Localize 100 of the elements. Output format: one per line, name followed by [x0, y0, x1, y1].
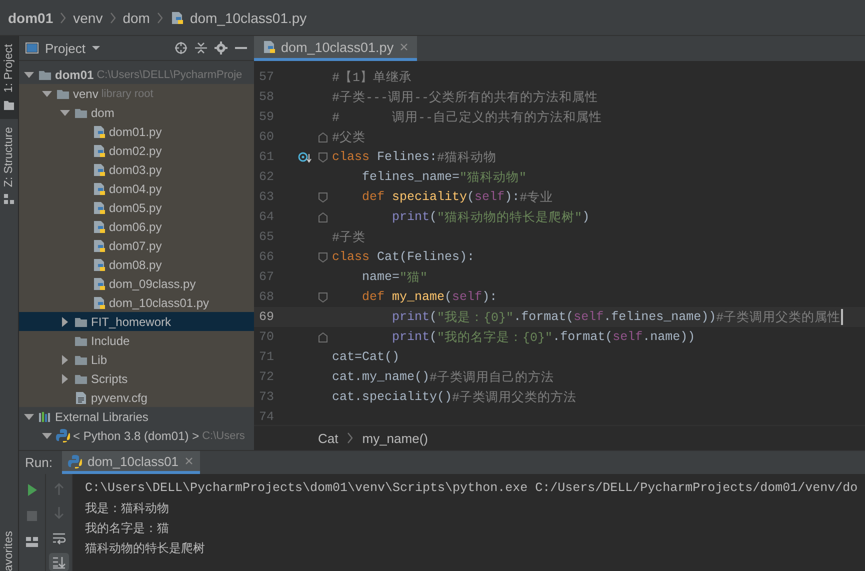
tree-item[interactable]: dom07.py	[19, 236, 254, 255]
breadcrumb-item[interactable]: Cat	[318, 430, 338, 446]
tree-item[interactable]: dom_10class01.py	[19, 293, 254, 312]
fold-marker-icon[interactable]	[317, 290, 329, 304]
folder-icon	[74, 315, 88, 328]
tree-item[interactable]: dom01.py	[19, 122, 254, 141]
folder-icon	[3, 98, 15, 111]
run-tab[interactable]: dom_10class01	[62, 451, 200, 474]
line-number: 72	[258, 370, 276, 384]
folder-icon	[74, 106, 88, 119]
close-icon[interactable]	[398, 42, 409, 52]
file-icon	[74, 390, 88, 404]
soft-wrap-icon[interactable]	[52, 530, 66, 545]
dropdown-caret-icon[interactable]	[91, 43, 102, 53]
tree-item[interactable]: dom04.py	[19, 179, 254, 198]
tree-item[interactable]: < Python 3.8 (dom01) > C:\Users	[19, 426, 254, 445]
fold-marker-icon[interactable]	[317, 330, 329, 344]
python-file-icon	[92, 144, 106, 158]
side-tab[interactable]: Z: Structure	[0, 118, 18, 213]
fold-marker-icon[interactable]	[317, 150, 329, 164]
tree-item[interactable]: dom	[19, 103, 254, 122]
python-logo-icon	[68, 454, 82, 468]
fold-marker-icon[interactable]	[317, 190, 329, 204]
code-line: class Felines:#猫科动物	[332, 149, 497, 166]
python-file-icon	[92, 182, 106, 196]
python-file-icon	[170, 10, 184, 24]
line-number: 59	[258, 110, 276, 124]
code-line: def speciality(self):#专业	[361, 189, 554, 206]
code-line: class Cat(Felines):	[332, 250, 475, 264]
line-number: 66	[258, 250, 276, 264]
python-file-icon	[92, 200, 106, 214]
tree-item[interactable]: Lib	[19, 350, 254, 369]
line-number: 71	[258, 350, 276, 364]
settings-icon[interactable]	[214, 41, 228, 55]
code-line: #子类	[332, 230, 366, 246]
tree-item[interactable]: External Libraries	[19, 407, 254, 426]
line-number: 74	[258, 410, 276, 424]
line-number: 60	[258, 130, 276, 144]
locate-icon[interactable]	[174, 41, 188, 55]
bar-chart-icon	[38, 410, 52, 424]
fold-marker-icon[interactable]	[317, 250, 329, 264]
structure-icon	[3, 192, 15, 205]
breadcrumb-item[interactable]: dom01	[8, 10, 54, 26]
folder-icon	[74, 334, 88, 347]
line-number: 67	[258, 270, 276, 284]
side-tab[interactable]: 1: Project	[0, 36, 18, 119]
folder-icon	[74, 372, 88, 385]
breadcrumb-item[interactable]: my_name()	[362, 430, 428, 446]
folder-icon	[38, 68, 52, 81]
line-number: 61	[258, 150, 276, 164]
run-label: Run:	[25, 455, 52, 470]
tree-item[interactable]: dom_09class.py	[19, 274, 254, 293]
command-line: C:\Users\DELL\PycharmProjects\dom01\venv\Scripts\python.exe C:/Users/DELL/PycharmProjects/dom01/venv/do	[85, 480, 858, 497]
panel-icon	[25, 41, 39, 55]
line-number: 62	[258, 170, 276, 184]
code-line: cat.my_name()#子类调用自己的方法	[332, 369, 554, 386]
tree-item[interactable]: FIT_homework	[19, 312, 254, 331]
layout-icon[interactable]	[25, 535, 39, 549]
run-icon[interactable]	[25, 483, 39, 497]
tree-item[interactable]: dom08.py	[19, 255, 254, 274]
path-hint: C:\Users	[202, 430, 245, 442]
close-icon[interactable]	[184, 456, 194, 466]
breadcrumb-item[interactable]: dom_10class01.py	[190, 10, 307, 26]
python-file-icon	[92, 162, 106, 176]
line-number: 69	[258, 310, 276, 324]
code-line: #父类	[332, 130, 366, 146]
side-tab[interactable]: avorites	[0, 528, 18, 571]
tree-item[interactable]: dom02.py	[19, 141, 254, 160]
tree-item[interactable]: Scripts	[19, 369, 254, 388]
override-marker-icon[interactable]	[298, 151, 312, 163]
tree-item[interactable]: pyvenv.cfg	[19, 388, 254, 407]
python-file-icon	[92, 276, 106, 290]
folder-icon	[56, 87, 70, 100]
line-number: 70	[258, 330, 276, 344]
output-line: 我的名字是：猫	[85, 520, 170, 537]
code-line: def my_name(self):	[361, 290, 498, 304]
code-line: print("我是：{0}".format(self.felines_name))#子类调用父类的属性	[391, 308, 843, 326]
panel-title[interactable]: Project	[45, 40, 86, 56]
code-line: cat=Cat()	[332, 350, 400, 364]
tree-item[interactable]: dom06.py	[19, 217, 254, 236]
tree-item[interactable]: dom01 C:\Users\DELL\PycharmProje	[19, 65, 254, 84]
python-file-icon	[92, 296, 106, 310]
breadcrumb-item[interactable]: dom	[122, 10, 150, 26]
python-file-icon	[262, 40, 276, 54]
line-number: 58	[258, 90, 276, 104]
tree-item[interactable]: dom05.py	[19, 198, 254, 217]
tree-item[interactable]: Include	[19, 331, 254, 350]
python-file-icon	[92, 238, 106, 252]
fold-marker-icon[interactable]	[317, 210, 329, 224]
scroll-to-end-icon[interactable]	[52, 554, 66, 569]
chevron-icon	[156, 12, 164, 24]
chevron-icon	[108, 12, 117, 24]
breadcrumb-item[interactable]: venv	[73, 10, 103, 26]
tree-item[interactable]: dom03.py	[19, 160, 254, 179]
code-line: print("猫科动物的特长是爬树")	[391, 209, 590, 226]
code-line: # 调用--自己定义的共有的方法和属性	[332, 110, 602, 126]
python-file-icon	[92, 220, 106, 234]
fold-marker-icon[interactable]	[317, 130, 329, 144]
collapse-all-icon[interactable]	[194, 41, 208, 55]
editor-tab[interactable]: dom_10class01.py	[254, 36, 417, 61]
